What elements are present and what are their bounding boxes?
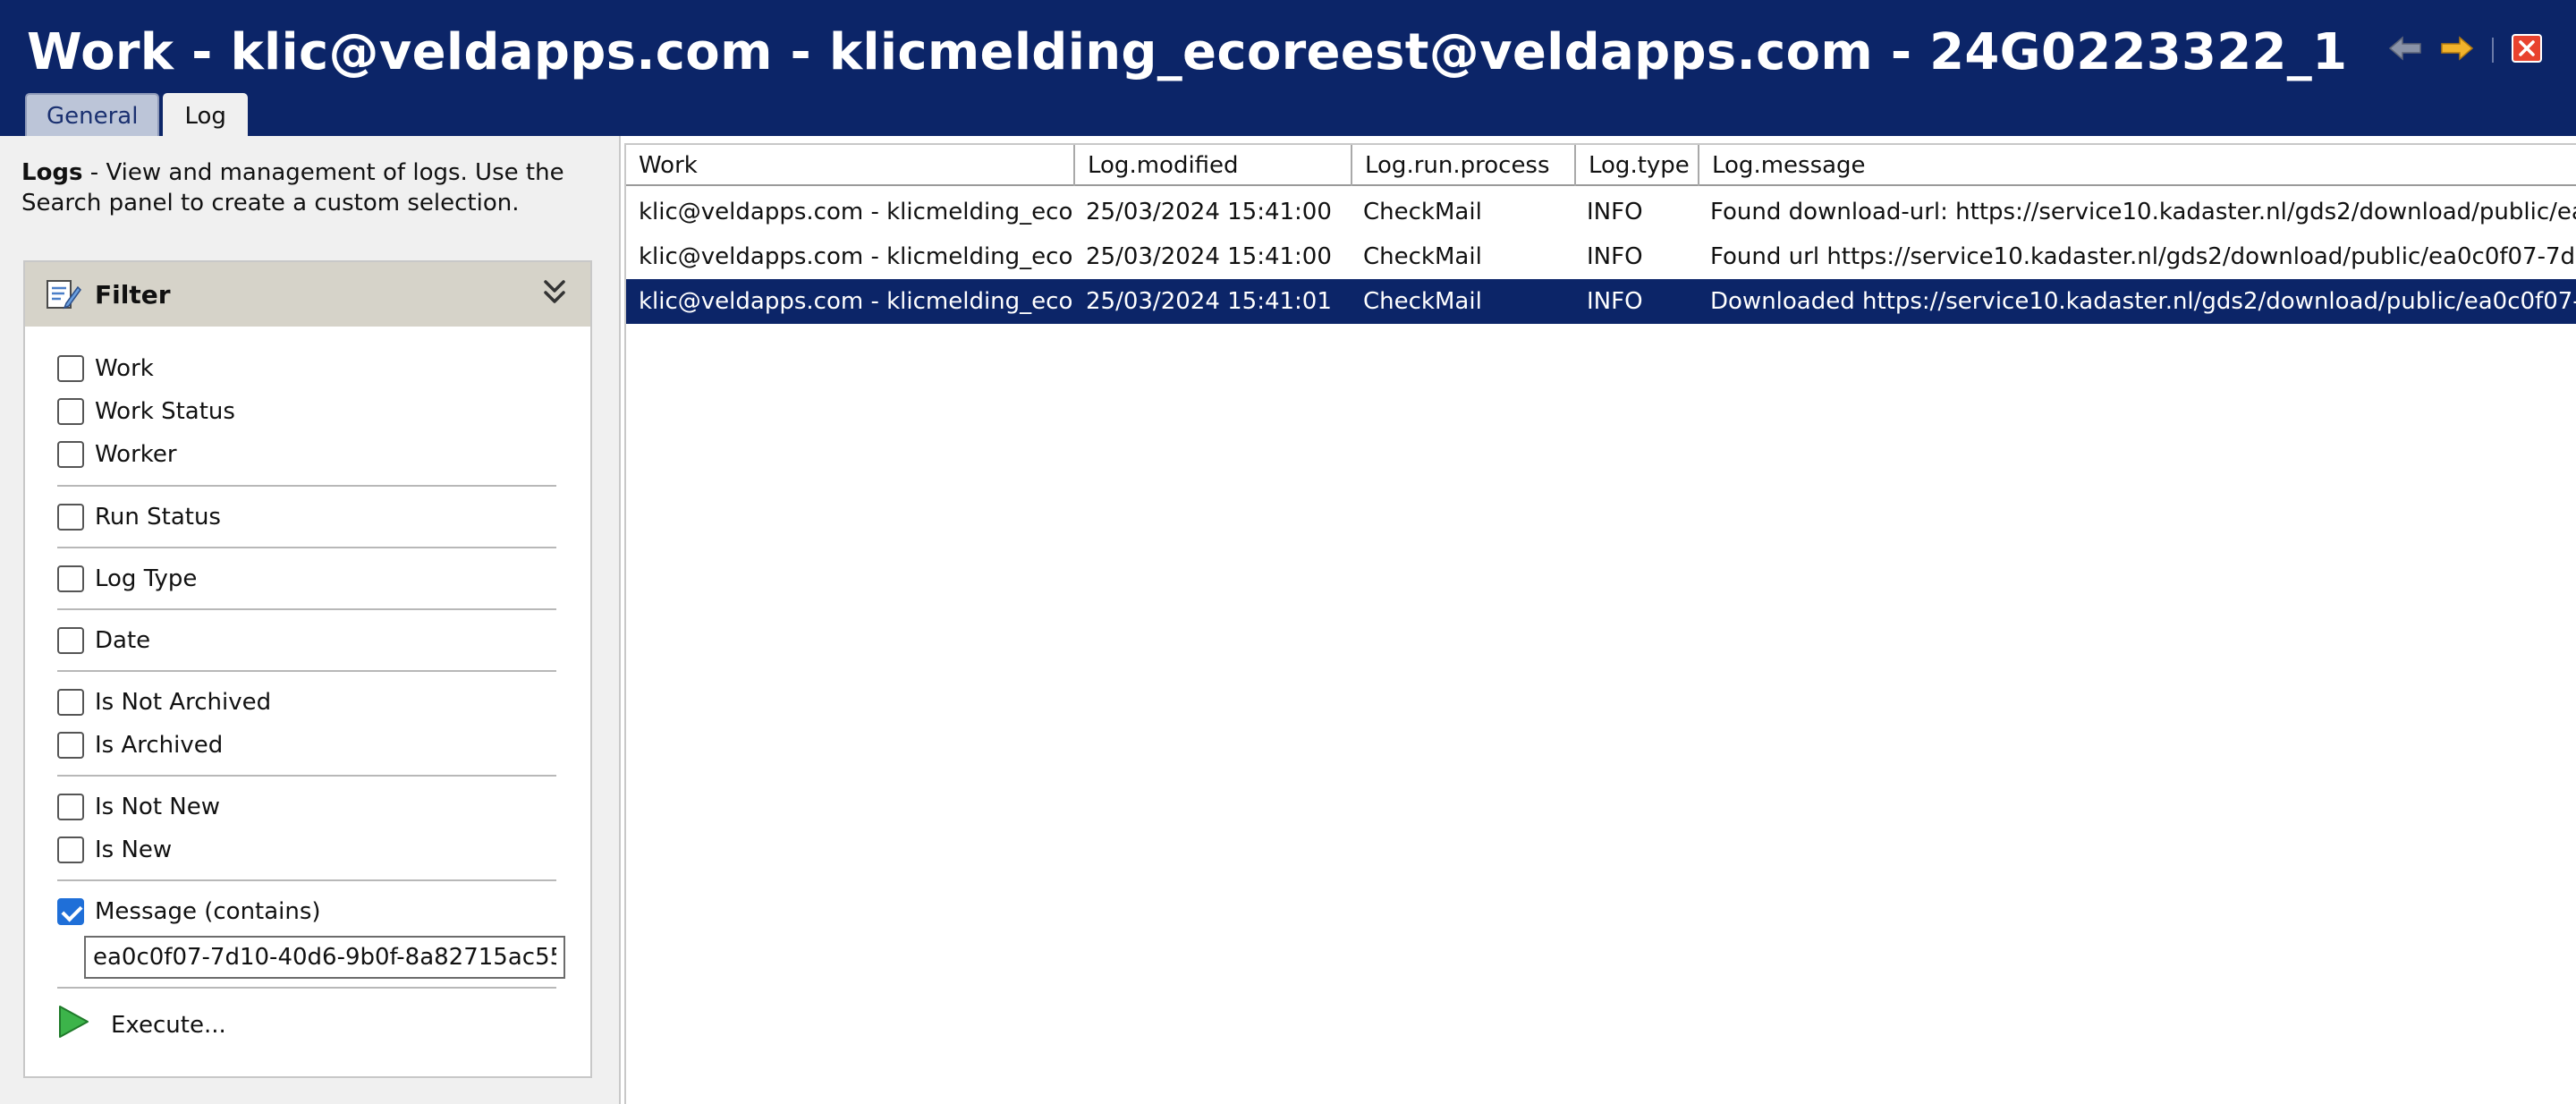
cell-log-run-process: CheckMail xyxy=(1363,199,1482,225)
filter-option-log-type[interactable]: Log Type xyxy=(57,565,197,592)
filter-option-label: Log Type xyxy=(95,565,198,592)
cell-work: klic@veldapps.com - klicmelding_ecorees xyxy=(639,243,1073,270)
work-status-checkbox[interactable] xyxy=(57,398,84,425)
cell-log-run-process: CheckMail xyxy=(1363,288,1482,315)
filter-divider xyxy=(57,485,556,487)
filter-divider xyxy=(57,547,556,548)
header-toolbar xyxy=(2388,34,2542,66)
filter-title: Filter xyxy=(95,280,171,310)
filter-option-label: Work xyxy=(95,355,154,382)
column-header-log-type[interactable]: Log.type xyxy=(1576,145,1699,186)
tab-bar: General Log xyxy=(25,93,248,138)
filter-option-date[interactable]: Date xyxy=(57,627,150,654)
cell-log-type: INFO xyxy=(1587,199,1643,225)
play-icon xyxy=(57,1005,89,1045)
column-header-log-run-process[interactable]: Log.run.process xyxy=(1352,145,1576,186)
back-arrow-icon[interactable] xyxy=(2388,36,2422,64)
filter-option-label: Run Status xyxy=(95,504,221,531)
window-title: Work - klic@veldapps.com - klicmelding_e… xyxy=(27,23,2348,81)
cell-log-message: Downloaded https://service10.kadaster.nl… xyxy=(1710,288,2576,315)
filter-edit-icon xyxy=(45,276,82,316)
column-header-log-modified[interactable]: Log.modified xyxy=(1075,145,1352,186)
panel-intro: Logs - View and management of logs. Use … xyxy=(21,157,576,218)
filter-option-label: Worker xyxy=(95,441,177,468)
grid-header: Work Log.modified Log.run.process Log.ty… xyxy=(626,145,2576,186)
cell-work: klic@veldapps.com - klicmelding_ecorees xyxy=(639,288,1073,315)
filter-option-label: Is Not Archived xyxy=(95,689,272,716)
filter-option-work[interactable]: Work xyxy=(57,355,154,382)
forward-arrow-icon[interactable] xyxy=(2440,36,2474,64)
filter-option-work-status[interactable]: Work Status xyxy=(57,398,235,425)
filter-option-is-not-new[interactable]: Is Not New xyxy=(57,794,220,820)
filter-option-label: Message (contains) xyxy=(95,898,321,925)
is-not-new-checkbox[interactable] xyxy=(57,794,84,820)
filter-divider xyxy=(57,775,556,777)
tab-general[interactable]: General xyxy=(25,93,160,136)
filter-divider xyxy=(57,608,556,610)
cell-log-type: INFO xyxy=(1587,288,1643,315)
execute-label: Execute... xyxy=(111,1011,226,1039)
filter-divider xyxy=(57,879,556,881)
close-icon[interactable] xyxy=(2512,34,2542,66)
intro-description: - View and management of logs. Use the S… xyxy=(21,159,564,217)
filter-option-is-new[interactable]: Is New xyxy=(57,836,172,863)
filter-header[interactable]: Filter xyxy=(25,262,590,327)
cell-log-modified: 25/03/2024 15:41:01 xyxy=(1086,288,1332,315)
log-grid: Work Log.modified Log.run.process Log.ty… xyxy=(624,143,2576,1104)
is-archived-checkbox[interactable] xyxy=(57,732,84,759)
collapse-chevron-icon[interactable] xyxy=(542,278,567,310)
filter-panel: Filter Work Work Status Worker Run Statu… xyxy=(23,260,592,1078)
tab-log[interactable]: Log xyxy=(163,93,248,138)
log-type-checkbox[interactable] xyxy=(57,565,84,592)
filter-option-label: Is Archived xyxy=(95,732,224,759)
work-checkbox[interactable] xyxy=(57,355,84,382)
column-header-log-message[interactable]: Log.message xyxy=(1699,145,2576,186)
table-row-selected[interactable]: klic@veldapps.com - klicmelding_ecorees … xyxy=(626,279,2576,324)
filter-option-worker[interactable]: Worker xyxy=(57,441,177,468)
cell-log-modified: 25/03/2024 15:41:00 xyxy=(1086,199,1332,225)
filter-divider xyxy=(57,987,556,989)
left-panel: Logs - View and management of logs. Use … xyxy=(0,136,621,1104)
intro-title: Logs xyxy=(21,159,83,186)
filter-option-is-archived[interactable]: Is Archived xyxy=(57,732,223,759)
cell-log-type: INFO xyxy=(1587,243,1643,270)
table-row[interactable]: klic@veldapps.com - klicmelding_ecorees … xyxy=(626,190,2576,234)
column-header-work[interactable]: Work xyxy=(626,145,1075,186)
cell-work: klic@veldapps.com - klicmelding_ecorees xyxy=(639,199,1073,225)
window-header: Work - klic@veldapps.com - klicmelding_e… xyxy=(0,0,2576,138)
filter-option-label: Is New xyxy=(95,836,173,863)
execute-button[interactable]: Execute... xyxy=(57,1005,226,1045)
filter-option-label: Date xyxy=(95,627,151,654)
date-checkbox[interactable] xyxy=(57,627,84,654)
cell-log-modified: 25/03/2024 15:41:00 xyxy=(1086,243,1332,270)
run-status-checkbox[interactable] xyxy=(57,504,84,531)
filter-divider xyxy=(57,670,556,672)
message-contains-checkbox[interactable] xyxy=(57,898,84,925)
worker-checkbox[interactable] xyxy=(57,441,84,468)
cell-log-message: Found url https://service10.kadaster.nl/… xyxy=(1710,243,2576,270)
is-new-checkbox[interactable] xyxy=(57,836,84,863)
cell-log-message: Found download-url: https://service10.ka… xyxy=(1710,199,2576,225)
filter-option-label: Is Not New xyxy=(95,794,221,820)
cell-log-run-process: CheckMail xyxy=(1363,243,1482,270)
table-row[interactable]: klic@veldapps.com - klicmelding_ecorees … xyxy=(626,234,2576,279)
filter-option-is-not-archived[interactable]: Is Not Archived xyxy=(57,689,271,716)
message-contains-input[interactable] xyxy=(84,936,565,979)
is-not-archived-checkbox[interactable] xyxy=(57,689,84,716)
filter-option-run-status[interactable]: Run Status xyxy=(57,504,221,531)
filter-option-label: Work Status xyxy=(95,398,235,425)
toolbar-separator xyxy=(2492,38,2494,63)
filter-option-message-contains[interactable]: Message (contains) xyxy=(57,898,321,925)
